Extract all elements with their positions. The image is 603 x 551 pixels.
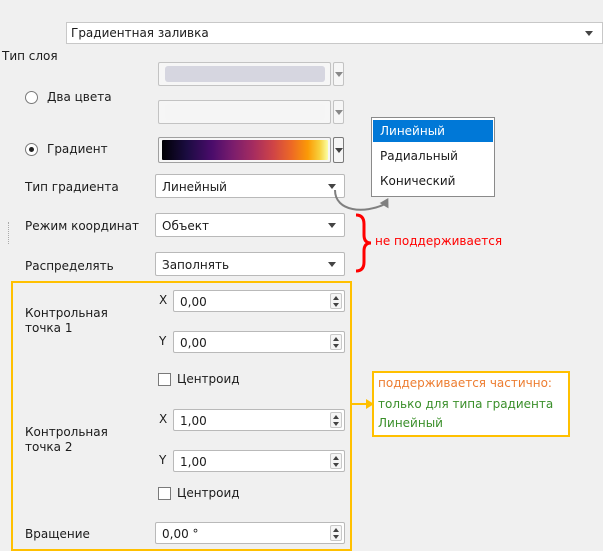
chevron-down-icon xyxy=(335,110,343,115)
color1-button[interactable] xyxy=(158,62,331,86)
popup-item-label: Линейный xyxy=(380,124,445,138)
gradient-ramp-button[interactable] xyxy=(158,137,331,163)
color2-button[interactable] xyxy=(158,100,331,124)
cp1-x-label: X xyxy=(159,293,168,307)
cp2-y-label: Y xyxy=(159,453,167,467)
cp2-x-spinbox[interactable]: 1,00 xyxy=(173,409,345,431)
gradient-type-label: Тип градиента xyxy=(25,180,119,194)
spread-value: Заполнять xyxy=(162,258,230,272)
two-colors-radio[interactable] xyxy=(25,91,38,104)
cp1-y-label: Y xyxy=(159,334,167,348)
layer-type-combo[interactable]: Градиентная заливка xyxy=(66,22,603,44)
gradient-label: Градиент xyxy=(47,142,108,156)
cp1-x-value: 0,00 xyxy=(180,295,207,309)
gradient-type-value: Линейный xyxy=(162,180,227,194)
control-point-2-label: Контрольная точка 2 xyxy=(25,425,108,454)
color1-dropdown-button[interactable] xyxy=(333,62,344,86)
cp1-centroid-checkbox[interactable] xyxy=(158,373,171,386)
popup-item-linear[interactable]: Линейный xyxy=(373,120,493,142)
color2-dropdown-button[interactable] xyxy=(333,100,344,124)
popup-item-conical[interactable]: Конический xyxy=(373,170,493,192)
partial-note-line1: поддерживается частично: xyxy=(378,376,552,390)
spin-arrows-icon[interactable] xyxy=(330,453,342,469)
spin-arrows-icon[interactable] xyxy=(330,525,342,541)
cp1-y-spinbox[interactable]: 0,00 xyxy=(173,331,345,353)
not-supported-note: не поддерживается xyxy=(375,234,503,248)
partial-note-line2: только для типа градиента xyxy=(378,397,554,411)
cp1-centroid-label: Центроид xyxy=(177,372,240,386)
two-colors-label: Два цвета xyxy=(47,90,112,104)
rotation-spinbox[interactable]: 0,00 ° xyxy=(155,522,345,544)
radio-selected-dot xyxy=(29,147,34,152)
chevron-down-icon xyxy=(328,223,336,228)
cp1-y-value: 0,00 xyxy=(180,336,207,350)
cp2-x-value: 1,00 xyxy=(180,414,207,428)
gradient-ramp-preview xyxy=(162,140,328,160)
popup-item-radial[interactable]: Радиальный xyxy=(373,145,493,167)
cp2-y-spinbox[interactable]: 1,00 xyxy=(173,450,345,472)
control-point-1-label: Контрольная точка 1 xyxy=(25,306,108,335)
cp2-x-label: X xyxy=(159,412,168,426)
chevron-down-icon xyxy=(335,72,343,77)
spin-arrows-icon[interactable] xyxy=(330,412,342,428)
layer-type-label: Тип слоя xyxy=(2,49,58,63)
cp2-y-value: 1,00 xyxy=(180,455,207,469)
popup-item-label: Радиальный xyxy=(380,149,458,163)
gradient-type-popup: Линейный Радиальный Конический xyxy=(371,117,495,197)
coordinate-mode-value: Объект xyxy=(162,219,209,233)
cp2-centroid-label: Центроид xyxy=(177,486,240,500)
gradient-radio[interactable] xyxy=(25,143,38,156)
spin-arrows-icon[interactable] xyxy=(330,293,342,309)
partial-support-note: поддерживается частично: только для типа… xyxy=(372,371,570,437)
coordinate-mode-combo[interactable]: Объект xyxy=(155,213,345,237)
spread-label: Распределять xyxy=(25,259,114,273)
color1-swatch xyxy=(165,66,325,82)
coordinate-mode-label: Режим координат xyxy=(25,219,139,233)
gradient-type-combo[interactable]: Линейный xyxy=(155,174,345,198)
rotation-value: 0,00 ° xyxy=(162,527,199,541)
rotation-label: Вращение xyxy=(25,527,90,541)
chevron-down-icon xyxy=(585,31,593,36)
cp2-centroid-checkbox[interactable] xyxy=(158,487,171,500)
popup-item-label: Конический xyxy=(380,174,456,188)
partial-note-line3: Линейный xyxy=(378,416,443,430)
color2-swatch xyxy=(165,104,325,120)
spin-arrows-icon[interactable] xyxy=(330,334,342,350)
gradient-ramp-dropdown-button[interactable] xyxy=(333,137,344,163)
red-brace-icon xyxy=(355,213,372,273)
dotted-divider xyxy=(8,222,10,244)
layer-type-value: Градиентная заливка xyxy=(71,26,209,40)
spread-combo[interactable]: Заполнять xyxy=(155,252,345,276)
cp1-x-spinbox[interactable]: 0,00 xyxy=(173,290,345,312)
chevron-down-icon xyxy=(335,148,343,153)
chevron-down-icon xyxy=(328,262,336,267)
